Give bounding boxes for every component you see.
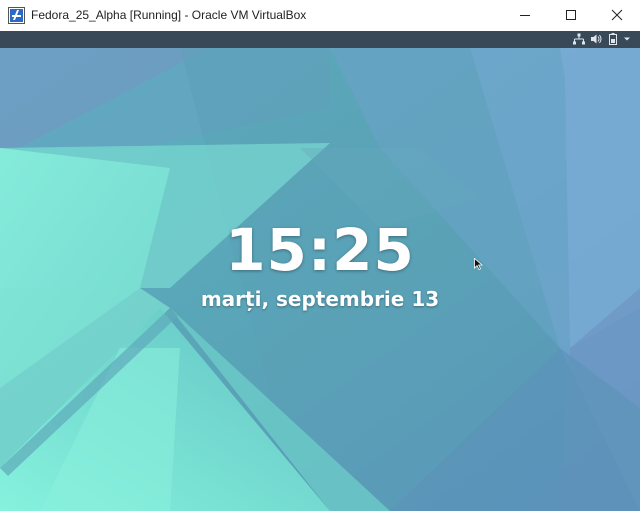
mouse-cursor-icon	[474, 258, 483, 270]
minimize-icon	[520, 15, 530, 16]
vm-screen[interactable]: 15:25 marți, septembrie 13	[0, 48, 640, 511]
network-icon[interactable]	[573, 33, 585, 45]
maximize-button[interactable]	[548, 0, 594, 31]
lockscreen-time: 15:25	[225, 216, 415, 284]
volume-icon[interactable]	[590, 33, 602, 45]
close-button[interactable]	[594, 0, 640, 31]
window-title: Fedora_25_Alpha [Running] - Oracle VM Vi…	[31, 8, 307, 22]
minimize-button[interactable]	[502, 0, 548, 31]
battery-icon[interactable]	[607, 33, 619, 45]
vm-status-bar	[0, 31, 640, 48]
virtualbox-icon	[8, 7, 25, 24]
lockscreen-date: marți, septembrie 13	[200, 287, 440, 311]
title-bar[interactable]: Fedora_25_Alpha [Running] - Oracle VM Vi…	[0, 0, 640, 31]
close-icon	[611, 9, 623, 21]
chevron-down-icon[interactable]	[622, 34, 632, 44]
maximize-icon	[566, 10, 576, 20]
